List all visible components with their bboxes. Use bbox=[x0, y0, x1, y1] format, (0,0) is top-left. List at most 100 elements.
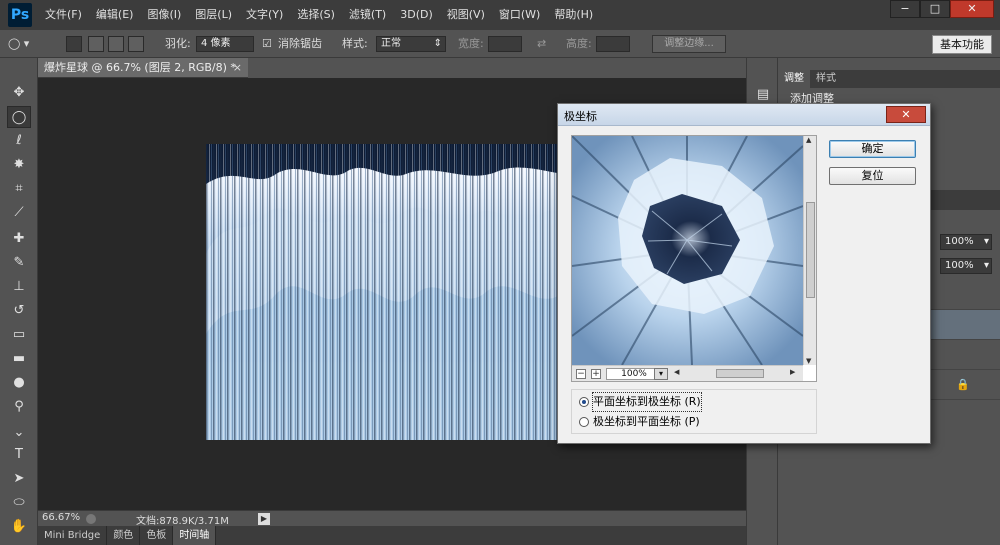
opacity-value: 100% bbox=[945, 236, 974, 247]
hand-tool-icon[interactable]: ✋ bbox=[7, 516, 31, 538]
history-brush-tool-icon[interactable]: ↺ bbox=[7, 300, 31, 322]
blur-tool-icon[interactable]: ● bbox=[7, 372, 31, 394]
elliptical-marquee-tool-icon[interactable]: ◯ bbox=[7, 106, 31, 128]
workspace-button[interactable]: 基本功能 bbox=[932, 35, 992, 54]
new-selection-icon[interactable] bbox=[66, 36, 82, 52]
menu-bar: Ps 文件(F) 编辑(E) 图像(I) 图层(L) 文字(Y) 选择(S) 滤… bbox=[0, 0, 1000, 30]
ok-button[interactable]: 确定 bbox=[829, 140, 916, 158]
clone-stamp-tool-icon[interactable]: ⊥ bbox=[7, 276, 31, 298]
status-info-icon bbox=[86, 514, 96, 524]
fill-value: 100% bbox=[945, 260, 974, 271]
eyedropper-tool-icon[interactable]: ⟋ bbox=[7, 202, 31, 224]
path-selection-tool-icon[interactable]: ➤ bbox=[7, 468, 31, 490]
style-value: 正常 bbox=[381, 38, 401, 49]
document-tab[interactable]: 爆炸星球 @ 66.7% (图层 2, RGB/8) * × bbox=[38, 58, 248, 78]
menu-layer[interactable]: 图层(L) bbox=[188, 0, 239, 30]
height-input[interactable] bbox=[596, 36, 630, 52]
chevron-down-icon: ⇕ bbox=[433, 38, 442, 49]
scroll-up-icon[interactable]: ▲ bbox=[806, 136, 811, 144]
subtract-from-selection-icon[interactable] bbox=[108, 36, 124, 52]
filter-preview[interactable]: ▲ ▼ − + 100% ▾ ◀ ▶ bbox=[571, 135, 817, 382]
reset-button[interactable]: 复位 bbox=[829, 167, 916, 185]
document-image[interactable] bbox=[206, 144, 586, 440]
tab-mini-bridge[interactable]: Mini Bridge bbox=[38, 526, 108, 545]
antialias-checkbox[interactable]: ☑ bbox=[262, 30, 272, 58]
type-tool-icon[interactable]: T bbox=[7, 444, 31, 466]
polar-coordinates-dialog: 极坐标 ✕ ▲ ▼ − + 100% ▾ ◀ ▶ 确定 复位 平面坐标到极坐标 … bbox=[557, 103, 931, 444]
menu-help[interactable]: 帮助(H) bbox=[547, 0, 600, 30]
scroll-down-icon[interactable]: ▼ bbox=[806, 357, 811, 365]
minimize-button[interactable]: − bbox=[890, 0, 920, 18]
menu-3d[interactable]: 3D(D) bbox=[393, 0, 440, 30]
status-bar: 66.67% 文档:878.9K/3.71M ▶ bbox=[38, 510, 746, 527]
feather-input[interactable]: 4 像素 bbox=[196, 36, 254, 52]
close-document-icon[interactable]: × bbox=[233, 58, 242, 78]
horizontal-scroll-thumb[interactable] bbox=[716, 369, 764, 378]
tools-panel: ✥ ◯ ℓ ✸ ⌗ ⟋ ✚ ✎ ⊥ ↺ ▭ ▬ ● ⚲ ⌄ T ➤ ⬭ ✋ bbox=[0, 58, 38, 545]
zoom-in-button[interactable]: + bbox=[591, 369, 601, 379]
vertical-scroll-thumb[interactable] bbox=[806, 202, 815, 298]
gradient-tool-icon[interactable]: ▬ bbox=[7, 348, 31, 370]
radio-unchecked-icon[interactable] bbox=[579, 417, 589, 427]
tab-swatches[interactable]: 色板 bbox=[140, 526, 174, 545]
style-label: 样式: bbox=[342, 37, 368, 50]
polar-to-rectangular-option[interactable]: 极坐标到平面坐标 (P) bbox=[579, 413, 811, 431]
width-input[interactable] bbox=[488, 36, 522, 52]
dialog-title: 极坐标 bbox=[564, 110, 597, 123]
preview-vertical-scrollbar[interactable]: ▲ ▼ bbox=[803, 136, 816, 365]
menu-view[interactable]: 视图(V) bbox=[440, 0, 492, 30]
menu-image[interactable]: 图像(I) bbox=[140, 0, 188, 30]
opacity-input[interactable]: 100% ▾ bbox=[940, 234, 992, 250]
menu-select[interactable]: 选择(S) bbox=[290, 0, 342, 30]
document-title: 爆炸星球 @ 66.7% (图层 2, RGB/8) * bbox=[44, 61, 236, 74]
style-select[interactable]: 正常 ⇕ bbox=[376, 36, 446, 52]
maximize-button[interactable]: □ bbox=[920, 0, 950, 18]
menu-list: 文件(F) 编辑(E) 图像(I) 图层(L) 文字(Y) 选择(S) 滤镜(T… bbox=[38, 0, 600, 30]
ellipse-shape-tool-icon[interactable]: ⬭ bbox=[7, 492, 31, 514]
preview-image bbox=[572, 136, 804, 366]
options-bar: ◯ ▾ 羽化: 4 像素 ☑ 消除锯齿 样式: 正常 ⇕ 宽度: ⇄ 高度: 调整… bbox=[0, 30, 1000, 58]
menu-window[interactable]: 窗口(W) bbox=[492, 0, 547, 30]
menu-filter[interactable]: 滤镜(T) bbox=[342, 0, 393, 30]
close-window-button[interactable]: ✕ bbox=[950, 0, 994, 18]
elliptical-marquee-preset-icon[interactable]: ◯ ▾ bbox=[8, 30, 29, 58]
fill-input[interactable]: 100% ▾ bbox=[940, 258, 992, 274]
tab-adjustments[interactable]: 调整 bbox=[778, 70, 810, 88]
eraser-tool-icon[interactable]: ▭ bbox=[7, 324, 31, 346]
magic-wand-tool-icon[interactable]: ✸ bbox=[7, 154, 31, 176]
menu-type[interactable]: 文字(Y) bbox=[239, 0, 290, 30]
adjustments-panel-tabs: 调整 样式 bbox=[778, 70, 1000, 88]
tab-timeline[interactable]: 时间轴 bbox=[173, 526, 217, 545]
tab-color[interactable]: 颜色 bbox=[107, 526, 141, 545]
menu-file[interactable]: 文件(F) bbox=[38, 0, 89, 30]
tab-styles[interactable]: 样式 bbox=[810, 70, 842, 88]
dodge-tool-icon[interactable]: ⚲ bbox=[7, 396, 31, 418]
rectangular-to-polar-label: 平面坐标到极坐标 (R) bbox=[592, 392, 702, 412]
status-zoom[interactable]: 66.67% bbox=[42, 512, 80, 523]
intersect-selection-icon[interactable] bbox=[128, 36, 144, 52]
rectangular-to-polar-option[interactable]: 平面坐标到极坐标 (R) bbox=[579, 392, 811, 412]
photoshop-logo: Ps bbox=[8, 3, 32, 27]
feather-label: 羽化: bbox=[165, 37, 191, 50]
dialog-close-button[interactable]: ✕ bbox=[886, 106, 926, 123]
brush-tool-icon[interactable]: ✎ bbox=[7, 252, 31, 274]
menu-edit[interactable]: 编辑(E) bbox=[89, 0, 141, 30]
add-to-selection-icon[interactable] bbox=[88, 36, 104, 52]
move-tool-icon[interactable]: ✥ bbox=[7, 82, 31, 104]
scroll-left-icon[interactable]: ◀ bbox=[674, 368, 679, 376]
height-label: 高度: bbox=[566, 37, 592, 50]
healing-brush-tool-icon[interactable]: ✚ bbox=[7, 228, 31, 250]
chevron-down-icon: ▾ bbox=[983, 260, 989, 271]
crop-tool-icon[interactable]: ⌗ bbox=[7, 178, 31, 200]
swap-icon[interactable]: ⇄ bbox=[537, 30, 546, 58]
pen-tool-icon[interactable]: ⌄ bbox=[7, 422, 31, 444]
zoom-dropdown-icon[interactable]: ▾ bbox=[654, 368, 668, 380]
scroll-right-icon[interactable]: ▶ bbox=[790, 368, 795, 376]
zoom-out-button[interactable]: − bbox=[576, 369, 586, 379]
refine-edge-button[interactable]: 调整边缘... bbox=[652, 35, 726, 53]
lasso-tool-icon[interactable]: ℓ bbox=[7, 130, 31, 152]
status-menu-arrow-icon[interactable]: ▶ bbox=[258, 513, 270, 525]
dialog-titlebar[interactable]: 极坐标 ✕ bbox=[558, 104, 930, 126]
radio-checked-icon[interactable] bbox=[579, 397, 589, 407]
polar-to-rectangular-label: 极坐标到平面坐标 (P) bbox=[593, 415, 700, 428]
